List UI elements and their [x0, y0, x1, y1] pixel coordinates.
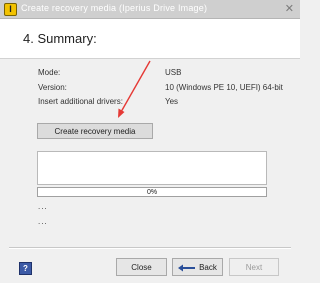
app-icon: I [4, 3, 17, 16]
mode-label: Mode: [38, 68, 61, 77]
mode-value: USB [165, 68, 182, 77]
back-button-label: Back [199, 263, 217, 272]
create-recovery-media-button[interactable]: Create recovery media [37, 123, 153, 139]
next-button[interactable]: Next [229, 258, 279, 276]
page-title: 4. Summary: [23, 31, 97, 46]
window-titlebar: I Create recovery media (Iperius Drive I… [0, 0, 300, 19]
back-arrow-icon [178, 264, 196, 272]
version-value: 10 (Windows PE 10, UEFI) 64-bit [165, 83, 283, 92]
log-line: ... [38, 217, 48, 226]
back-button[interactable]: Back [172, 258, 223, 276]
footer-separator [9, 247, 291, 249]
version-label: Version: [38, 83, 67, 92]
log-output-box [37, 151, 267, 185]
close-button[interactable]: Close [116, 258, 167, 276]
drivers-label: Insert additional drivers: [38, 97, 123, 106]
progress-percent: 0% [146, 189, 158, 196]
window-title: Create recovery media (Iperius Drive Ima… [21, 3, 208, 13]
wizard-header: 4. Summary: [0, 19, 300, 59]
log-line: ... [38, 202, 48, 211]
progress-bar: 0% [37, 187, 267, 197]
drivers-value: Yes [165, 97, 179, 106]
help-icon[interactable]: ? [19, 262, 32, 275]
close-icon[interactable]: ✕ [285, 2, 294, 15]
summary-panel: Mode: USB Version: 10 (Windows PE 10, UE… [0, 59, 300, 242]
